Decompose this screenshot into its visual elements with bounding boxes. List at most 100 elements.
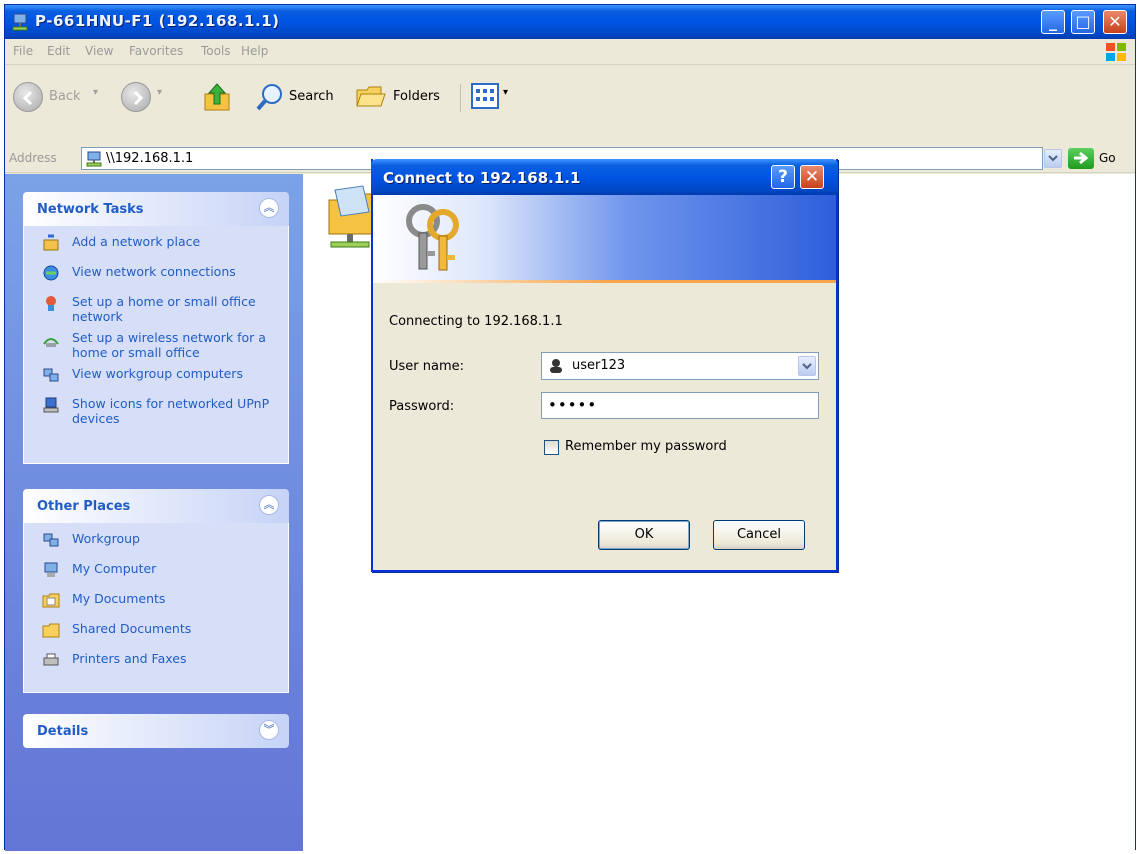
network-drive-icon	[12, 13, 28, 31]
dialog-close-button[interactable]: ✕	[800, 165, 824, 189]
other-places-panel: Other Places ︽ Workgroup My Computer My …	[23, 489, 289, 693]
place-printers-faxes[interactable]: Printers and Faxes	[24, 651, 288, 675]
other-places-title: Other Places	[37, 499, 131, 514]
maximize-icon: □	[1075, 12, 1091, 31]
forward-button[interactable]	[121, 82, 151, 112]
remember-password-label[interactable]: Remember my password	[565, 439, 727, 454]
window-title: P-661HNU-F1 (192.168.1.1)	[35, 12, 280, 30]
back-label[interactable]: Back	[49, 89, 81, 104]
address-dropdown-button[interactable]	[1044, 149, 1062, 168]
address-label: Address	[9, 151, 57, 165]
home-network-icon	[46, 296, 56, 311]
toolbar-separator	[460, 84, 461, 112]
workgroup-icon	[43, 368, 59, 382]
my-computer-icon	[44, 562, 58, 577]
menu-help[interactable]: Help	[241, 44, 268, 58]
connect-dialog: Connect to 192.168.1.1 ? ✕ Connecting to…	[371, 159, 838, 572]
expand-icon[interactable]: ︾	[259, 720, 279, 740]
network-connections-icon	[43, 265, 59, 281]
dialog-banner	[373, 195, 836, 283]
task-view-workgroup[interactable]: View workgroup computers	[24, 366, 288, 390]
folders-button[interactable]: Folders	[393, 89, 440, 104]
task-home-network[interactable]: Set up a home or small office network	[24, 294, 288, 324]
remember-password-checkbox[interactable]	[544, 440, 559, 455]
back-button[interactable]	[13, 82, 43, 112]
cancel-button[interactable]: Cancel	[713, 520, 805, 550]
menu-bar: File Edit View Favorites Tools Help	[5, 39, 1135, 65]
other-places-list: Workgroup My Computer My Documents Share…	[23, 523, 289, 693]
upnp-devices-icon	[43, 397, 59, 413]
back-arrow-icon	[22, 90, 33, 106]
shared-documents-icon	[42, 623, 60, 638]
details-header[interactable]: Details ︾	[23, 714, 289, 748]
place-workgroup[interactable]: Workgroup	[24, 531, 288, 555]
help-button[interactable]: ?	[771, 165, 795, 189]
keys-icon	[406, 204, 459, 271]
back-dropdown-icon[interactable]: ▾	[93, 87, 98, 98]
user-icon	[550, 359, 562, 373]
go-button[interactable]	[1068, 148, 1094, 169]
dialog-title-bar[interactable]: Connect to 192.168.1.1 ? ✕	[371, 159, 838, 195]
dialog-title: Connect to 192.168.1.1	[383, 169, 581, 187]
chevron-down-icon	[802, 363, 812, 370]
forward-dropdown-icon[interactable]: ▾	[157, 87, 162, 98]
close-icon: ✕	[804, 167, 820, 187]
network-tasks-panel: Network Tasks ︽ Add a network place View…	[23, 192, 289, 464]
username-label: User name:	[389, 359, 465, 374]
menu-file[interactable]: File	[13, 44, 33, 58]
forward-arrow-icon	[133, 90, 144, 106]
minimize-button[interactable]: _	[1041, 10, 1065, 34]
details-panel: Details ︾	[23, 714, 289, 748]
task-upnp-devices[interactable]: Show icons for networked UPnP devices	[24, 396, 288, 426]
network-drive-icon	[86, 151, 102, 167]
password-value: •••••	[548, 396, 598, 414]
toolbar: Back ▾ ▾ Search Folders ▾	[5, 66, 1135, 150]
chevron-down-icon	[1048, 155, 1058, 162]
search-icon[interactable]	[255, 82, 285, 112]
workgroup-icon	[43, 533, 59, 547]
go-label[interactable]: Go	[1099, 151, 1116, 165]
help-icon: ?	[778, 167, 788, 187]
network-tasks-header[interactable]: Network Tasks ︽	[23, 192, 289, 226]
search-button[interactable]: Search	[289, 89, 334, 104]
views-icon[interactable]	[471, 83, 499, 109]
printers-icon	[43, 653, 59, 666]
minimize-icon: _	[1049, 12, 1057, 31]
up-folder-icon[interactable]	[201, 80, 235, 114]
password-field[interactable]: •••••	[541, 392, 819, 419]
close-button[interactable]: ✕	[1103, 10, 1127, 34]
username-dropdown-button[interactable]	[798, 356, 816, 376]
views-dropdown-icon[interactable]: ▾	[503, 87, 508, 98]
username-combobox[interactable]: user123	[541, 352, 819, 380]
close-icon: ✕	[1108, 12, 1122, 31]
collapse-icon[interactable]: ︽	[259, 495, 279, 515]
my-documents-icon	[42, 593, 60, 608]
task-add-network-place[interactable]: Add a network place	[24, 234, 288, 258]
task-view-network-connections[interactable]: View network connections	[24, 264, 288, 288]
task-wireless-network[interactable]: Set up a wireless network for a home or …	[24, 330, 288, 360]
address-value: \\192.168.1.1	[106, 151, 194, 166]
wireless-network-icon	[43, 338, 59, 347]
network-tasks-title: Network Tasks	[37, 202, 144, 217]
connecting-text: Connecting to 192.168.1.1	[389, 314, 563, 329]
password-label: Password:	[389, 399, 455, 414]
maximize-button[interactable]: □	[1071, 10, 1095, 34]
task-pane: Network Tasks ︽ Add a network place View…	[5, 174, 303, 851]
ok-button[interactable]: OK	[598, 520, 690, 550]
details-title: Details	[37, 724, 89, 739]
menu-view[interactable]: View	[85, 44, 113, 58]
place-my-computer[interactable]: My Computer	[24, 561, 288, 585]
menu-edit[interactable]: Edit	[47, 44, 70, 58]
folders-icon[interactable]	[355, 82, 387, 110]
other-places-header[interactable]: Other Places ︽	[23, 489, 289, 523]
place-shared-documents[interactable]: Shared Documents	[24, 621, 288, 645]
menu-favorites[interactable]: Favorites	[129, 44, 183, 58]
title-bar[interactable]: P-661HNU-F1 (192.168.1.1) _ □ ✕	[5, 5, 1135, 39]
collapse-icon[interactable]: ︽	[259, 198, 279, 218]
menu-tools[interactable]: Tools	[201, 44, 231, 58]
network-tasks-list: Add a network place View network connect…	[23, 226, 289, 464]
banner-accent-line	[373, 280, 836, 283]
place-my-documents[interactable]: My Documents	[24, 591, 288, 615]
username-value: user123	[572, 358, 626, 373]
go-arrow-icon	[1074, 151, 1089, 165]
